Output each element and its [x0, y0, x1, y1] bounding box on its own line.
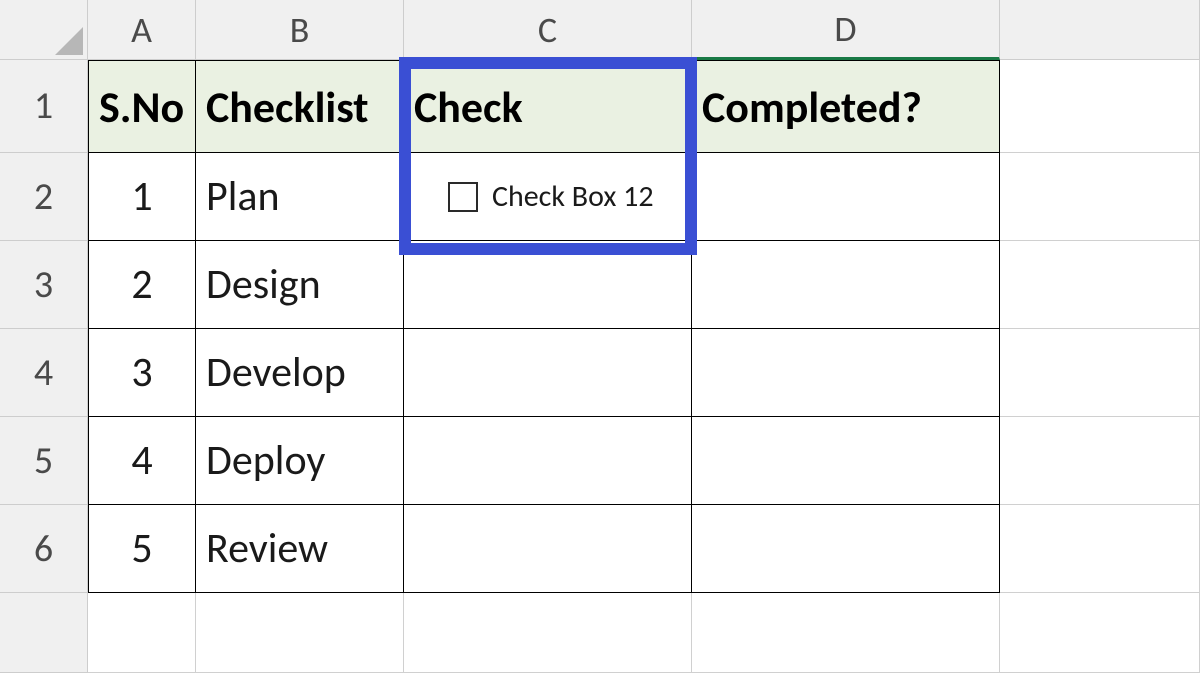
row-header-4[interactable]: 4	[0, 329, 88, 417]
cell-E2[interactable]	[1000, 153, 1200, 241]
checkbox-control[interactable]: Check Box 12	[448, 178, 654, 215]
cell-C7[interactable]	[404, 593, 692, 673]
cell-C5[interactable]	[404, 417, 692, 505]
row-header-1[interactable]: 1	[0, 60, 88, 153]
checkbox-icon[interactable]	[448, 182, 478, 212]
cell-E6[interactable]	[1000, 505, 1200, 593]
cell-D5[interactable]	[692, 417, 1000, 505]
cell-B3[interactable]: Design	[196, 241, 404, 329]
cell-C3[interactable]	[404, 241, 692, 329]
cell-A4[interactable]: 3	[88, 329, 196, 417]
cell-B4[interactable]: Develop	[196, 329, 404, 417]
col-header-C[interactable]: C	[404, 0, 692, 60]
row-header-2[interactable]: 2	[0, 153, 88, 241]
row-header-6[interactable]: 6	[0, 505, 88, 593]
cell-A7[interactable]	[88, 593, 196, 673]
cell-C1[interactable]: Check	[404, 60, 692, 153]
cell-C4[interactable]	[404, 329, 692, 417]
checkbox-label: Check Box 12	[492, 178, 654, 215]
col-header-A[interactable]: A	[88, 0, 196, 60]
row-header-7[interactable]	[0, 593, 88, 673]
cell-D3[interactable]	[692, 241, 1000, 329]
cell-B2[interactable]: Plan	[196, 153, 404, 241]
cell-D2[interactable]	[692, 153, 1000, 241]
cell-B5[interactable]: Deploy	[196, 417, 404, 505]
col-header-blank[interactable]	[1000, 0, 1200, 60]
cell-B1[interactable]: Checklist	[196, 60, 404, 153]
cell-B7[interactable]	[196, 593, 404, 673]
cell-A3[interactable]: 2	[88, 241, 196, 329]
select-all-corner[interactable]	[0, 0, 88, 60]
cell-A6[interactable]: 5	[88, 505, 196, 593]
row-header-5[interactable]: 5	[0, 417, 88, 505]
cell-E3[interactable]	[1000, 241, 1200, 329]
cell-A5[interactable]: 4	[88, 417, 196, 505]
cell-C2[interactable]: Check Box 12	[404, 153, 692, 241]
cell-E7[interactable]	[1000, 593, 1200, 673]
spreadsheet-grid: A B C D 1 S.No Checklist Check Completed…	[0, 0, 1200, 673]
cell-A1[interactable]: S.No	[88, 60, 196, 153]
cell-B6[interactable]: Review	[196, 505, 404, 593]
cell-D4[interactable]	[692, 329, 1000, 417]
col-header-B[interactable]: B	[196, 0, 404, 60]
row-header-3[interactable]: 3	[0, 241, 88, 329]
cell-D6[interactable]	[692, 505, 1000, 593]
cell-D1[interactable]: Completed?	[692, 60, 1000, 153]
cell-E4[interactable]	[1000, 329, 1200, 417]
cell-D7[interactable]	[692, 593, 1000, 673]
col-header-D[interactable]: D	[692, 0, 1000, 60]
cell-E5[interactable]	[1000, 417, 1200, 505]
cell-A2[interactable]: 1	[88, 153, 196, 241]
cell-C6[interactable]	[404, 505, 692, 593]
cell-E1[interactable]	[1000, 60, 1200, 153]
